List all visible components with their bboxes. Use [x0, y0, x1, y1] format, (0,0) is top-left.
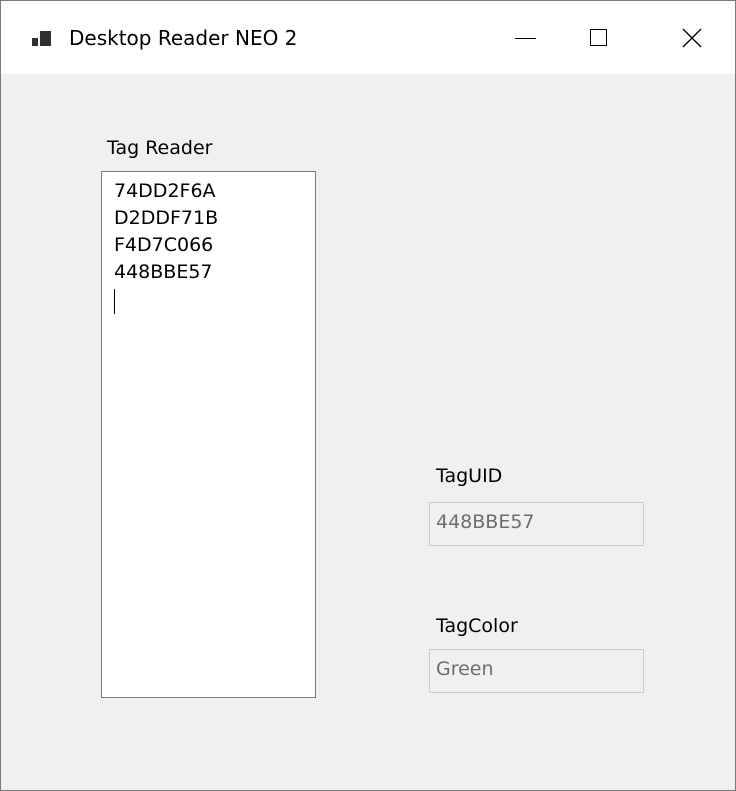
maximize-icon — [589, 29, 607, 46]
tag-uid-label: TagUID — [436, 465, 503, 487]
minimize-icon — [514, 38, 536, 39]
tag-reader-textarea[interactable]: 74DD2F6A D2DDF71B F4D7C066 448BBE57 — [101, 171, 316, 698]
app-window-icon[interactable] — [32, 30, 52, 48]
window-title: Desktop Reader NEO 2 — [69, 26, 298, 50]
tag-reader-line: 74DD2F6A — [114, 180, 216, 202]
tag-color-label: TagColor — [436, 615, 518, 637]
tag-reader-line: D2DDF71B — [114, 207, 219, 229]
tag-uid-field[interactable]: 448BBE57 — [429, 502, 644, 546]
text-caret — [114, 289, 115, 314]
tag-reader-label: Tag Reader — [107, 137, 213, 159]
close-button[interactable] — [646, 1, 735, 74]
close-icon — [682, 28, 702, 47]
maximize-button[interactable] — [552, 1, 644, 74]
title-bar[interactable]: Desktop Reader NEO 2 — [1, 1, 735, 74]
app-window: Desktop Reader NEO 2 Tag Reader 74DD2F6A… — [0, 0, 736, 791]
tag-reader-line: 448BBE57 — [114, 261, 213, 283]
tag-color-field[interactable]: Green — [429, 649, 644, 693]
tag-reader-line: F4D7C066 — [114, 234, 214, 256]
